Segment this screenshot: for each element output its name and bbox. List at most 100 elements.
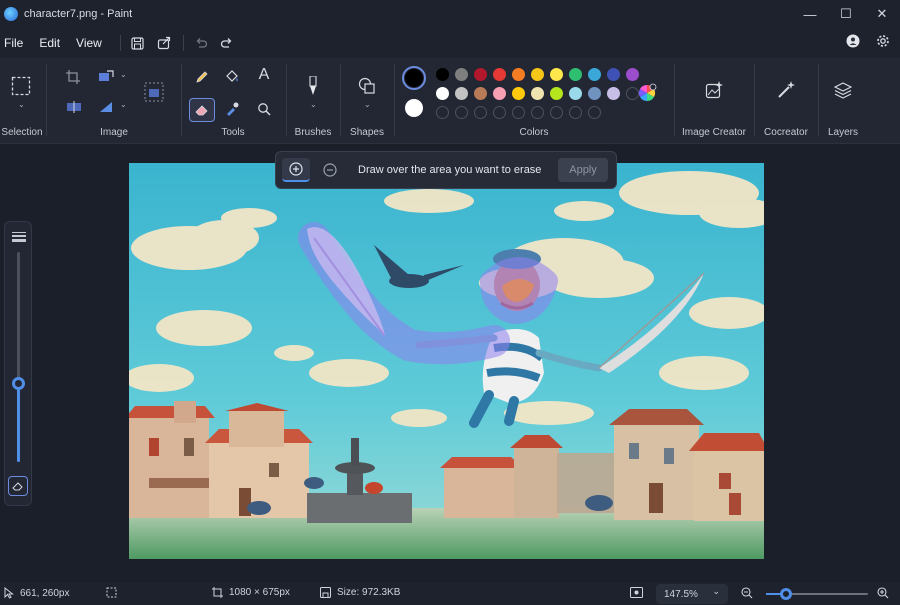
custom-color-slot[interactable]: [455, 106, 468, 119]
rotate-icon[interactable]: [98, 100, 114, 114]
pencil-icon[interactable]: [193, 68, 211, 86]
undo-icon[interactable]: [192, 34, 210, 52]
color-swatch[interactable]: [436, 68, 449, 81]
brush-icon[interactable]: [304, 76, 322, 96]
selection-dropdown-chevron-icon[interactable]: ⌄: [18, 100, 25, 109]
fit-to-window-icon[interactable]: [630, 587, 643, 598]
color-swatch[interactable]: [607, 87, 620, 100]
flip-icon[interactable]: [66, 100, 82, 114]
settings-gear-icon[interactable]: [876, 34, 890, 51]
remove-area-button[interactable]: [316, 158, 344, 182]
color-swatch[interactable]: [474, 68, 487, 81]
rotate-dropdown-chevron-icon[interactable]: ⌄: [120, 100, 127, 109]
color-swatch[interactable]: [531, 68, 544, 81]
redo-icon[interactable]: [218, 34, 236, 52]
cocreator-label: Cocreator: [764, 127, 808, 138]
menu-divider: [182, 35, 184, 51]
image-label: Image: [100, 127, 128, 138]
zoom-slider-thumb[interactable]: [780, 588, 792, 600]
menu-bar: File Edit View: [0, 28, 900, 58]
shapes-group: ⌄ Shapes: [342, 58, 392, 144]
brushes-dropdown-chevron-icon[interactable]: ⌄: [310, 100, 317, 109]
zoom-in-icon[interactable]: [877, 587, 889, 599]
color-swatch[interactable]: [531, 87, 544, 100]
zoom-select[interactable]: 147.5% ⌄: [656, 584, 728, 604]
image-creator-icon[interactable]: [704, 80, 724, 100]
canvas-dimensions: 1080 × 675px: [212, 587, 290, 598]
resize-icon[interactable]: [98, 70, 114, 84]
color-swatch[interactable]: [569, 68, 582, 81]
color-swatch[interactable]: [569, 87, 582, 100]
account-icon[interactable]: [846, 34, 860, 51]
brush-size-icon: [12, 232, 26, 245]
layers-icon[interactable]: [833, 80, 853, 100]
menu-file[interactable]: File: [0, 36, 31, 50]
custom-color-slot[interactable]: [569, 106, 582, 119]
image-creator-group: Image Creator: [676, 58, 752, 144]
zoom-out-icon[interactable]: [741, 587, 753, 599]
text-tool-icon[interactable]: A: [255, 66, 273, 84]
custom-color-slot[interactable]: [550, 106, 563, 119]
secondary-color-button[interactable]: [404, 98, 424, 118]
color-swatch[interactable]: [455, 68, 468, 81]
menu-edit[interactable]: Edit: [31, 36, 68, 50]
color-swatch[interactable]: [493, 87, 506, 100]
resize-dropdown-chevron-icon[interactable]: ⌄: [120, 70, 127, 79]
ribbon-divider: [674, 64, 675, 136]
zoom-level: 147.5%: [664, 588, 698, 600]
selection-group: ⌄ Selection: [0, 58, 44, 144]
maximize-button[interactable]: ☐: [828, 0, 864, 28]
menu-view[interactable]: View: [68, 36, 110, 50]
custom-color-slot[interactable]: [474, 106, 487, 119]
edit-colors-icon[interactable]: [636, 82, 658, 104]
color-swatch[interactable]: [607, 68, 620, 81]
magnifier-icon[interactable]: [255, 100, 273, 118]
eraser-icon[interactable]: [189, 98, 215, 122]
ribbon-divider: [181, 64, 182, 136]
brush-size-thumb[interactable]: [12, 377, 25, 390]
remove-background-icon[interactable]: [144, 82, 164, 102]
selection-label: Selection: [1, 127, 43, 138]
color-swatch[interactable]: [455, 87, 468, 100]
color-swatch[interactable]: [512, 87, 525, 100]
shapes-dropdown-chevron-icon[interactable]: ⌄: [364, 100, 371, 109]
color-swatch[interactable]: [550, 87, 563, 100]
file-size-icon: [320, 587, 331, 598]
crop-icon[interactable]: [66, 70, 80, 84]
color-swatch[interactable]: [550, 68, 563, 81]
ribbon-divider: [46, 64, 47, 136]
close-button[interactable]: ✕: [864, 0, 900, 28]
cocreator-icon[interactable]: [776, 80, 796, 100]
apply-button[interactable]: Apply: [558, 158, 608, 182]
color-swatch[interactable]: [493, 68, 506, 81]
canvas-dimensions-text: 1080 × 675px: [229, 587, 290, 598]
file-size: Size: 972.3KB: [320, 587, 400, 598]
eraser-mode-icon[interactable]: [8, 476, 28, 496]
erase-instruction: Draw over the area you want to erase: [358, 164, 542, 176]
shapes-icon[interactable]: [357, 76, 377, 96]
ribbon-divider: [340, 64, 341, 136]
color-picker-icon[interactable]: [223, 100, 241, 118]
color-swatch[interactable]: [512, 68, 525, 81]
color-swatch[interactable]: [588, 68, 601, 81]
primary-color-button[interactable]: [402, 66, 426, 90]
color-swatch[interactable]: [474, 87, 487, 100]
layers-label: Layers: [827, 127, 858, 138]
color-swatch[interactable]: [588, 87, 601, 100]
share-icon[interactable]: [155, 34, 173, 52]
color-swatch[interactable]: [626, 68, 639, 81]
custom-color-slot[interactable]: [588, 106, 601, 119]
fill-bucket-icon[interactable]: [223, 68, 241, 86]
minimize-button[interactable]: —: [792, 0, 828, 28]
add-area-button[interactable]: [282, 158, 310, 182]
custom-color-slot[interactable]: [531, 106, 544, 119]
save-icon[interactable]: [129, 34, 147, 52]
ribbon-divider: [818, 64, 819, 136]
custom-color-slot[interactable]: [436, 106, 449, 119]
brushes-group: ⌄ Brushes: [288, 58, 338, 144]
custom-color-slot[interactable]: [493, 106, 506, 119]
color-swatch[interactable]: [436, 87, 449, 100]
selection-rectangle-icon[interactable]: [11, 76, 31, 96]
custom-color-slot[interactable]: [512, 106, 525, 119]
canvas-image[interactable]: [129, 163, 764, 559]
